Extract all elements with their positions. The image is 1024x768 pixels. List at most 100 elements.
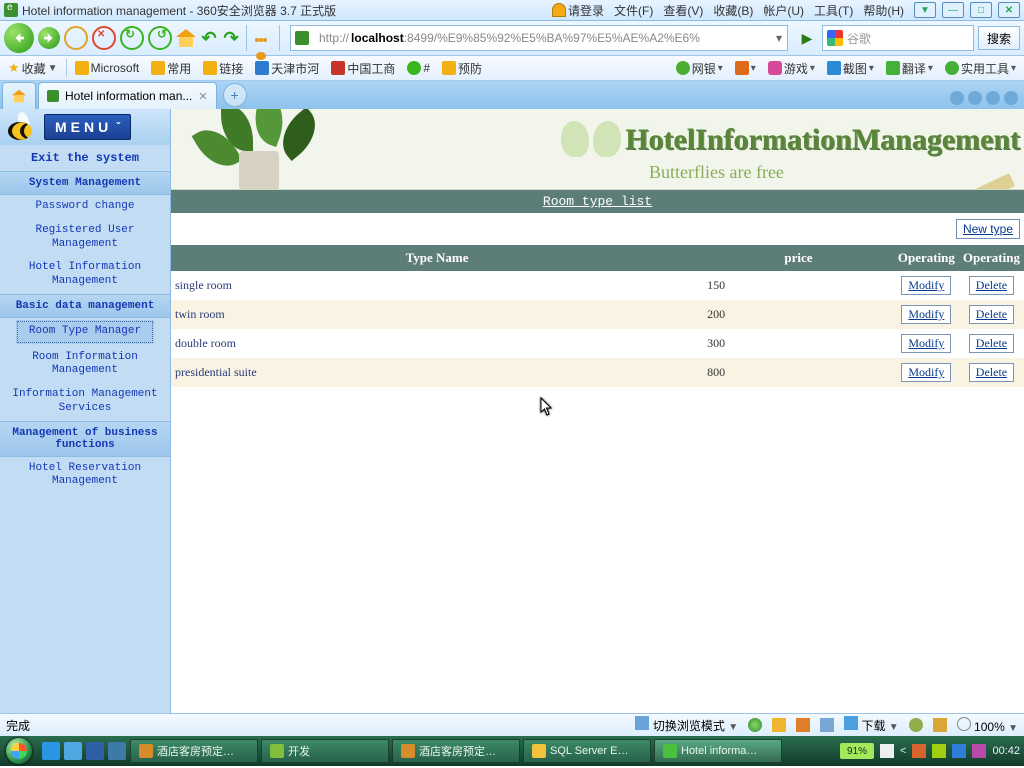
go-button[interactable]: ▶ xyxy=(796,30,818,47)
bookmark-hash[interactable]: # xyxy=(403,61,434,75)
maximize-button[interactable]: □ xyxy=(970,2,992,18)
home-button[interactable] xyxy=(176,29,196,47)
shield-icon[interactable] xyxy=(796,718,810,732)
quick-group[interactable]: ▾ xyxy=(731,60,760,77)
tshirt-icon[interactable]: ▼ xyxy=(914,2,936,18)
tray-network-icon[interactable] xyxy=(952,744,966,758)
quick-games[interactable]: 游戏▾ xyxy=(764,60,819,77)
close-window-button[interactable]: ✕ xyxy=(998,2,1020,18)
menu-file[interactable]: 文件(F) xyxy=(614,2,653,19)
sidebar-item-password[interactable]: Password change xyxy=(0,195,170,219)
search-button[interactable]: 搜索 xyxy=(978,26,1020,50)
ql-icon[interactable] xyxy=(64,742,82,760)
battery-indicator[interactable]: 91% xyxy=(840,743,874,759)
paw-icon[interactable] xyxy=(253,29,273,47)
menu-fav[interactable]: 收藏(B) xyxy=(713,2,753,19)
mute-icon[interactable] xyxy=(909,718,923,732)
sidebar-section-system[interactable]: System Management xyxy=(0,171,170,195)
sidebar-section-basic[interactable]: Basic data management xyxy=(0,294,170,318)
pin-icon[interactable] xyxy=(933,718,947,732)
quick-screenshot[interactable]: 截图▾ xyxy=(823,60,878,77)
taskbar-task[interactable]: Hotel informa… xyxy=(654,739,782,763)
ql-icon[interactable] xyxy=(42,742,60,760)
new-type-button[interactable]: New type xyxy=(956,219,1020,239)
tray-icon[interactable] xyxy=(972,744,986,758)
globe-icon[interactable] xyxy=(748,718,762,732)
tab-home[interactable] xyxy=(2,82,36,109)
ql-icon[interactable] xyxy=(108,742,126,760)
delete-button[interactable]: Delete xyxy=(969,363,1014,382)
block-icon[interactable] xyxy=(820,718,834,732)
menu-view[interactable]: 查看(V) xyxy=(663,2,703,19)
taskbar-task[interactable]: 开发 xyxy=(261,739,389,763)
search-box[interactable]: 谷歌 xyxy=(822,25,974,51)
taskbar-task[interactable]: 酒店客房预定… xyxy=(130,739,258,763)
back-button[interactable] xyxy=(4,23,34,53)
delete-button[interactable]: Delete xyxy=(969,334,1014,353)
tabctrl-next-icon[interactable] xyxy=(968,91,982,105)
login-menu[interactable]: 请登录 xyxy=(552,2,604,19)
sidebar-item-roomtype[interactable]: Room Type Manager xyxy=(16,320,154,344)
taskbar-task[interactable]: 酒店客房预定… xyxy=(392,739,520,763)
tabctrl-close-icon[interactable] xyxy=(1004,91,1018,105)
modify-button[interactable]: Modify xyxy=(901,276,951,295)
tabctrl-list-icon[interactable] xyxy=(986,91,1000,105)
modify-button[interactable]: Modify xyxy=(901,334,951,353)
menu-toggle[interactable]: MENU ˇ xyxy=(44,114,131,140)
sidebar-section-business[interactable]: Management of business functions xyxy=(0,421,170,457)
delete-button[interactable]: Delete xyxy=(969,276,1014,295)
modify-button[interactable]: Modify xyxy=(901,363,951,382)
bookmark-microsoft[interactable]: Microsoft xyxy=(71,61,144,75)
taskbar-task[interactable]: SQL Server E… xyxy=(523,739,651,763)
switch-mode[interactable]: 切换浏览模式 ▼ xyxy=(635,716,738,734)
stop-button[interactable] xyxy=(92,26,116,50)
tray-icon[interactable] xyxy=(880,744,894,758)
delete-button[interactable]: Delete xyxy=(969,305,1014,324)
menu-account[interactable]: 帐户(U) xyxy=(763,2,804,19)
windows-logo-icon xyxy=(6,738,32,764)
new-tab-button[interactable]: + xyxy=(223,83,247,107)
quick-tools[interactable]: 实用工具▾ xyxy=(941,60,1020,77)
stop-alt-button[interactable] xyxy=(64,26,88,50)
modify-button[interactable]: Modify xyxy=(901,305,951,324)
close-icon[interactable]: ✕ xyxy=(198,90,207,103)
undo-button[interactable]: ↶ xyxy=(200,28,218,49)
popup-icon[interactable] xyxy=(772,718,786,732)
separator xyxy=(246,25,247,51)
tab-hotel-info[interactable]: Hotel information man... ✕ xyxy=(38,82,217,109)
sidebar-item-infosvc[interactable]: Information Management Services xyxy=(0,383,170,421)
refresh-all-button[interactable] xyxy=(148,26,172,50)
zoom-control[interactable]: 100% ▼ xyxy=(957,717,1018,734)
refresh-button[interactable] xyxy=(120,26,144,50)
forward-button[interactable] xyxy=(38,27,60,49)
menu-tools[interactable]: 工具(T) xyxy=(814,2,853,19)
tray-chevron-icon[interactable]: < xyxy=(900,745,906,757)
quick-translate[interactable]: 翻译▾ xyxy=(882,60,937,77)
sidebar-item-hotelinfo[interactable]: Hotel Information Management xyxy=(0,256,170,294)
bookmark-links[interactable]: 链接 xyxy=(199,60,247,77)
sidebar-exit[interactable]: Exit the system xyxy=(0,145,170,171)
tray-sound-icon[interactable] xyxy=(932,744,946,758)
menu-help[interactable]: 帮助(H) xyxy=(863,2,904,19)
bookmark-prevent[interactable]: 预防 xyxy=(438,60,486,77)
chevron-down-icon[interactable]: ▾ xyxy=(771,31,787,45)
start-button[interactable] xyxy=(0,736,38,766)
bookmark-fav[interactable]: ★收藏 ▼ xyxy=(4,60,62,77)
download-menu[interactable]: 下载 ▼ xyxy=(844,716,899,734)
bookmark-tianjin[interactable]: 天津市河 xyxy=(251,60,323,77)
address-bar[interactable]: http:// localhost :8499/%E9%85%92%E5%BA%… xyxy=(290,25,788,51)
bookmark-icbc[interactable]: 中国工商 xyxy=(327,60,399,77)
ql-icon[interactable] xyxy=(86,742,104,760)
minimize-button[interactable]: — xyxy=(942,2,964,18)
tray-clock[interactable]: 00:42 xyxy=(992,745,1020,757)
tabctrl-prev-icon[interactable] xyxy=(950,91,964,105)
search-placeholder: 谷歌 xyxy=(847,30,871,47)
tray-icon[interactable] xyxy=(912,744,926,758)
bookmark-common[interactable]: 常用 xyxy=(147,60,195,77)
sidebar-item-reservation[interactable]: Hotel Reservation Management xyxy=(0,457,170,495)
sidebar-item-roominfo[interactable]: Room Information Management xyxy=(0,346,170,384)
cell-price: 300 xyxy=(703,329,894,358)
redo-button[interactable]: ↷ xyxy=(222,28,240,49)
quick-bank[interactable]: 网银▾ xyxy=(672,60,727,77)
sidebar-item-registered[interactable]: Registered User Management xyxy=(0,219,170,257)
